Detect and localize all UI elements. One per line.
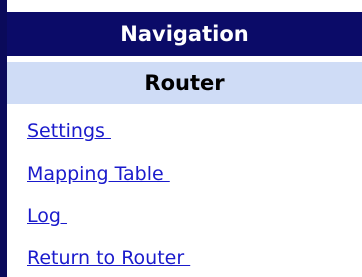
navigation-panel: Navigation Router Settings Mapping Table… (0, 0, 362, 277)
mapping-table-link[interactable]: Mapping Table (27, 162, 170, 186)
log-link[interactable]: Log (27, 204, 67, 228)
return-to-router-link[interactable]: Return to Router (27, 246, 190, 270)
settings-link[interactable]: Settings (27, 119, 111, 143)
section-title-router: Router (7, 62, 362, 104)
navigation-title: Navigation (7, 12, 362, 56)
